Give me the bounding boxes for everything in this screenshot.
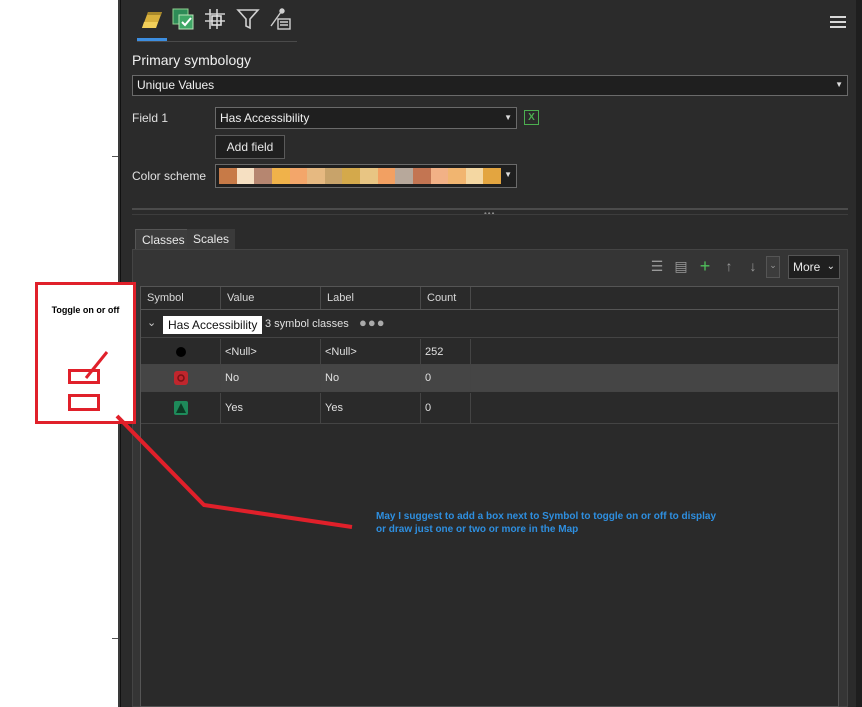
annotation-suggestion: May I suggest to add a box next to Symbo… (376, 511, 717, 535)
annotation-arrow (84, 351, 353, 529)
